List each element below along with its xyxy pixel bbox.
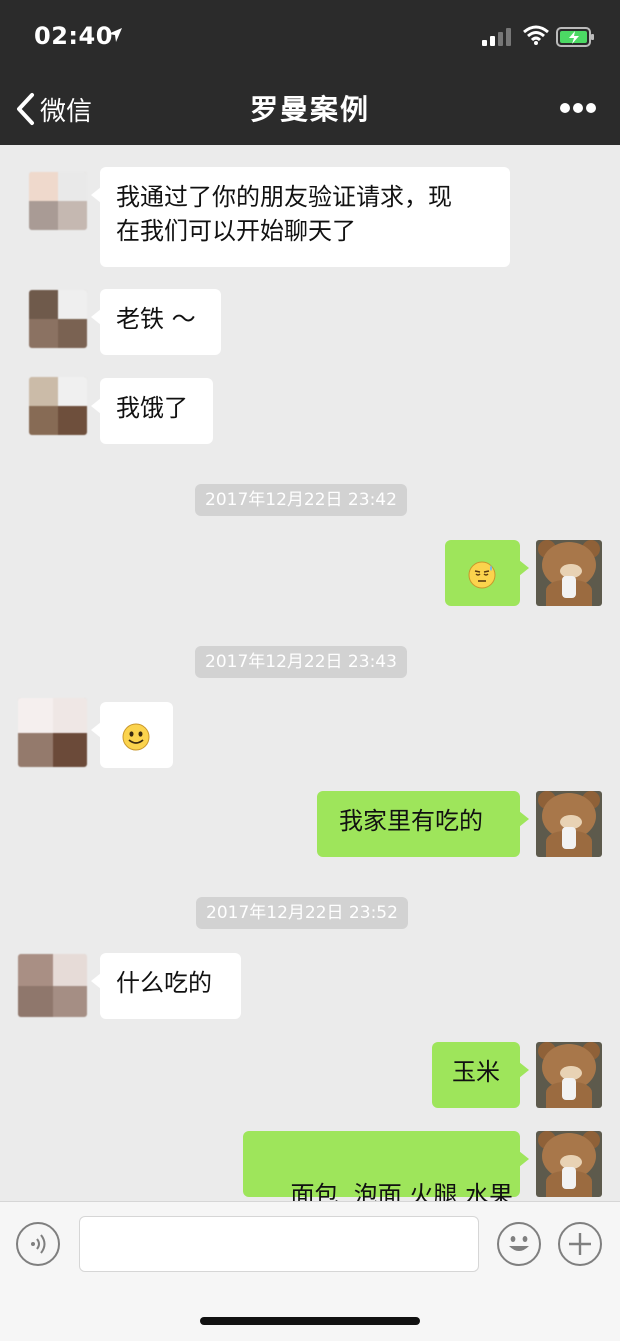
- my-avatar[interactable]: [536, 1131, 602, 1197]
- more-actions-button[interactable]: [558, 1222, 602, 1266]
- chat-title: 罗曼案例: [249, 93, 370, 126]
- signal-icon: [482, 28, 511, 46]
- home-indicator[interactable]: [200, 1317, 420, 1325]
- contact-avatar[interactable]: [29, 290, 87, 348]
- message-bubble-sent[interactable]: [445, 540, 529, 606]
- smile-emoji-icon: [122, 723, 150, 751]
- message-bubble-received[interactable]: 我通过了你的朋友验证请求，现 在我们可以开始聊天了: [91, 167, 510, 267]
- message-bubble-sent[interactable]: 玉米: [432, 1042, 529, 1108]
- message-text: 什么吃的: [116, 969, 212, 997]
- message-text-line: 在我们可以开始聊天了: [116, 217, 356, 245]
- message-text-line: 我通过了你的朋友验证请求，现: [116, 183, 452, 211]
- contact-avatar[interactable]: [18, 954, 87, 1017]
- timestamp: 2017年12月22日 23:52: [196, 897, 408, 929]
- message-bubble-sent[interactable]: 我家里有吃的: [317, 791, 529, 857]
- status-time: 02:40: [34, 22, 113, 50]
- location-arrow-icon: [108, 28, 122, 42]
- battery-charging-icon: [556, 27, 594, 47]
- emoji-face-icon: [509, 1236, 529, 1251]
- contact-avatar[interactable]: [29, 172, 87, 230]
- message-bubble-received[interactable]: 我饿了: [91, 378, 213, 444]
- message-input[interactable]: [79, 1216, 479, 1272]
- message-bubble-received[interactable]: 什么吃的: [91, 953, 241, 1019]
- emoji-button[interactable]: [497, 1222, 541, 1266]
- plus-icon: [569, 1233, 591, 1255]
- message-bubble-sent[interactable]: 面包 泡面 火腿 水果: [243, 1131, 529, 1209]
- timestamp: 2017年12月22日 23:43: [195, 646, 407, 678]
- voice-input-button[interactable]: [16, 1222, 60, 1266]
- voice-icon: [31, 1234, 46, 1254]
- contact-avatar[interactable]: [18, 698, 87, 767]
- chat-area[interactable]: 我通过了你的朋友验证请求，现 在我们可以开始聊天了 老铁 ～ 我饿了 2017年…: [0, 145, 620, 1209]
- sweat-emoji-icon: [468, 561, 496, 589]
- top-bar: 02:40 微信 罗曼案例: [0, 0, 620, 145]
- my-avatar[interactable]: [536, 791, 602, 857]
- more-options-button[interactable]: [558, 100, 598, 116]
- message-bubble-received[interactable]: 老铁 ～: [91, 289, 221, 355]
- wifi-icon: [523, 25, 549, 45]
- message-text: 玉米: [452, 1058, 500, 1086]
- message-text: 我家里有吃的: [339, 807, 483, 835]
- message-bubble-received[interactable]: [91, 702, 173, 768]
- message-text: 老铁 ～: [116, 305, 196, 333]
- contact-avatar[interactable]: [29, 377, 87, 435]
- timestamp: 2017年12月22日 23:42: [195, 484, 407, 516]
- my-avatar[interactable]: [536, 1042, 602, 1108]
- my-avatar[interactable]: [536, 540, 602, 606]
- message-text: 我饿了: [116, 394, 188, 422]
